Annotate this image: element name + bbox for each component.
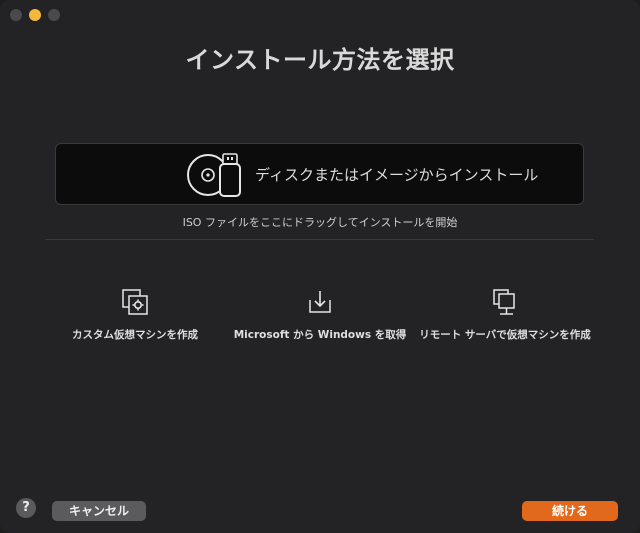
create-custom-vm-label: カスタム仮想マシンを作成 [72, 329, 198, 341]
cancel-button[interactable]: キャンセル [52, 501, 146, 521]
install-assistant-window: インストール方法を選択 ディスクまたはイメージからインストール ISO ファイル… [0, 0, 640, 533]
drag-iso-hint: ISO ファイルをここにドラッグしてインストールを開始 [182, 216, 458, 229]
install-from-disc-or-image-option[interactable]: ディスクまたはイメージからインストール [55, 143, 584, 205]
install-from-disc-label: ディスクまたはイメージからインストール [255, 166, 539, 184]
continue-button[interactable]: 続ける [522, 501, 618, 521]
create-vm-on-remote-server-option[interactable]: リモート サーバで仮想マシンを作成 [415, 288, 595, 342]
close-window-button[interactable] [10, 9, 22, 21]
create-custom-vm-option[interactable]: カスタム仮想マシンを作成 [45, 288, 225, 342]
minimize-window-button[interactable] [29, 9, 41, 21]
remote-server-icon [493, 289, 515, 315]
custom-vm-icon [122, 289, 148, 315]
disc-usb-icon [187, 153, 241, 197]
get-windows-label: Microsoft から Windows を取得 [233, 329, 407, 341]
section-divider [45, 239, 594, 240]
get-windows-from-microsoft-option[interactable]: Microsoft から Windows を取得 [230, 288, 410, 342]
window-controls [10, 9, 60, 21]
help-button[interactable]: ? [16, 498, 36, 518]
zoom-window-button[interactable] [48, 9, 60, 21]
page-title: インストール方法を選択 [185, 46, 455, 74]
download-icon [309, 291, 331, 313]
remote-server-vm-label: リモート サーバで仮想マシンを作成 [419, 329, 591, 341]
